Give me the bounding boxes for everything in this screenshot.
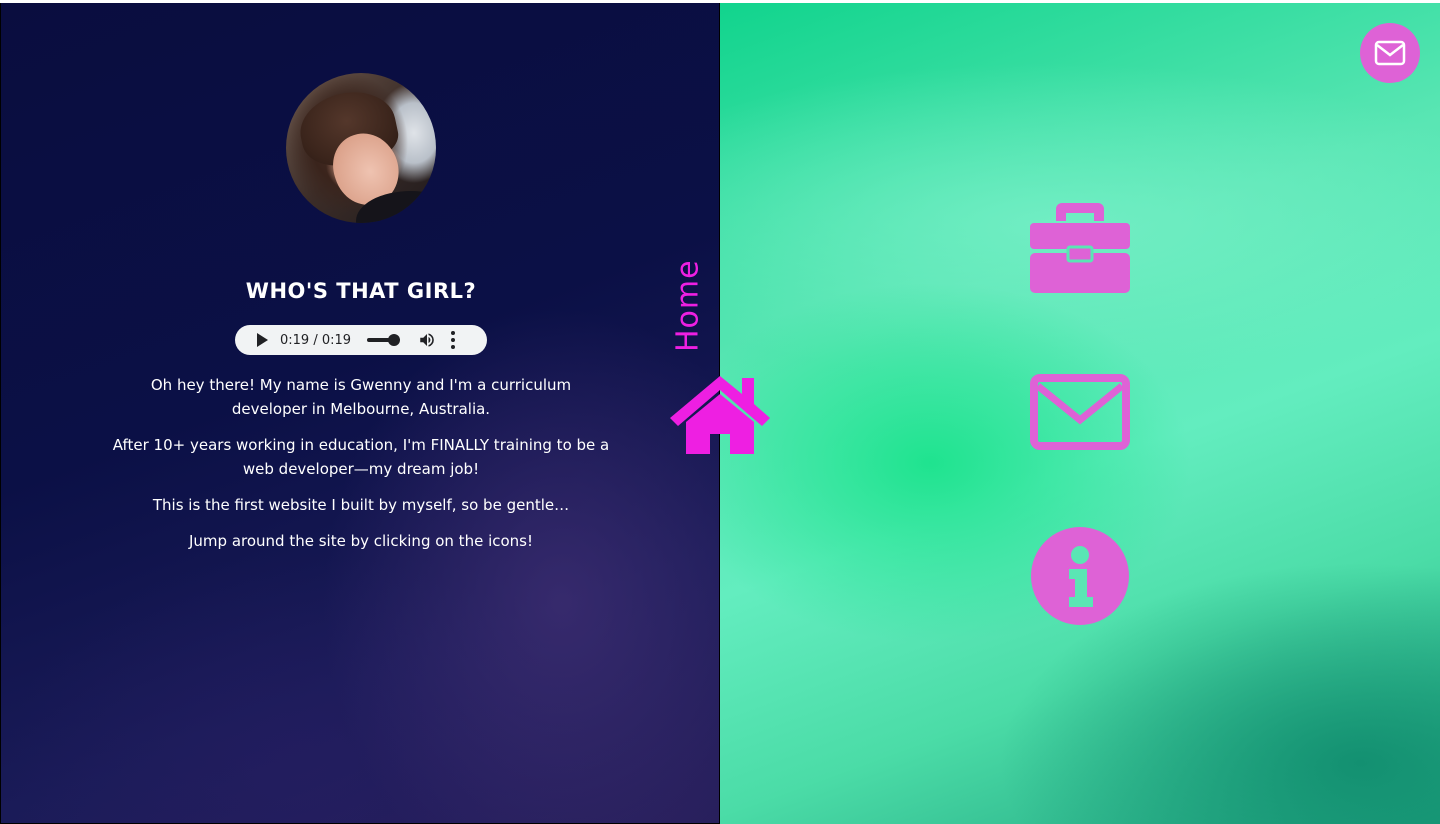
audio-time: 0:19 / 0:19 [280, 332, 352, 348]
about-paragraph: After 10+ years working in education, I'… [112, 436, 610, 478]
volume-slider[interactable] [367, 334, 401, 346]
home-icon[interactable] [668, 372, 772, 456]
home-label[interactable]: Home [668, 258, 708, 354]
profile-photo [286, 73, 436, 223]
mail-icon [1374, 40, 1406, 66]
audio-player[interactable]: 0:19 / 0:19 [235, 325, 487, 355]
contact-fab-button[interactable] [1360, 23, 1420, 83]
play-icon[interactable] [257, 333, 268, 347]
about-paragraph: Jump around the site by clicking on the … [189, 532, 533, 550]
more-options-icon[interactable] [451, 331, 456, 349]
mail-icon[interactable] [1030, 374, 1130, 450]
about-panel: WHO'S THAT GIRL? 0:19 / 0:19 Oh hey ther… [0, 3, 720, 824]
about-paragraph: This is the first website I built by mys… [152, 496, 570, 514]
about-paragraph: Oh hey there! My name is Gwenny and I'm … [150, 376, 572, 418]
volume-icon[interactable] [417, 331, 437, 349]
about-heading: WHO'S THAT GIRL? [245, 279, 477, 303]
info-icon[interactable] [1031, 527, 1129, 625]
page: WHO'S THAT GIRL? 0:19 / 0:19 Oh hey ther… [0, 0, 1440, 824]
about-text: Oh hey there! My name is Gwenny and I'm … [111, 373, 611, 565]
briefcase-icon[interactable] [1030, 203, 1130, 293]
